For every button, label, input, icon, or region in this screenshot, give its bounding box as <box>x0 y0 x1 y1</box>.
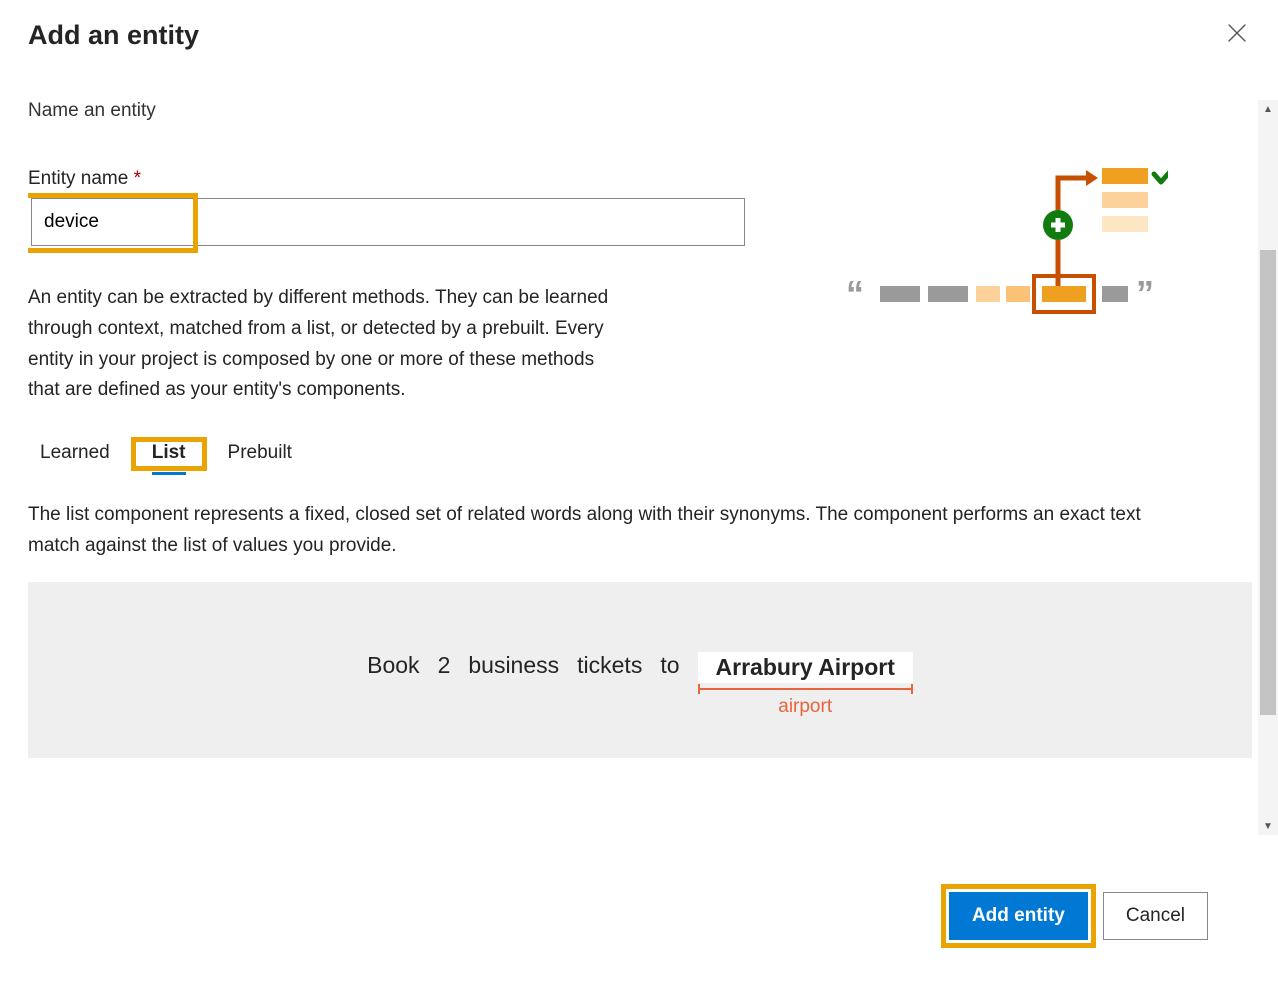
tab-list[interactable]: List <box>140 434 198 471</box>
close-icon <box>1228 24 1246 42</box>
section-title: Name an entity <box>28 100 1252 122</box>
entity-illustration: “ ” <box>838 160 1168 345</box>
svg-text:“: “ <box>846 273 864 314</box>
dialog-footer: Add entity Cancel <box>949 892 1208 940</box>
example-entity: Arrabury Airport airport <box>698 652 913 718</box>
example-panel: Book 2 business tickets to Arrabury Airp… <box>28 582 1252 758</box>
example-entity-text: Arrabury Airport <box>698 652 913 683</box>
dialog-title: Add an entity <box>28 20 199 51</box>
example-entity-label: airport <box>778 696 832 718</box>
example-token: business <box>468 652 559 679</box>
example-entity-underline <box>698 688 913 690</box>
entity-name-input[interactable] <box>31 198 745 246</box>
scroll-thumb[interactable] <box>1260 250 1276 715</box>
entity-name-label: Entity name * <box>28 168 748 190</box>
add-entity-button[interactable]: Add entity <box>949 892 1088 940</box>
dialog-body: Name an entity Entity name * An entity c… <box>28 100 1254 860</box>
vertical-scrollbar[interactable]: ▲ ▼ <box>1258 100 1278 835</box>
cancel-button[interactable]: Cancel <box>1103 892 1208 940</box>
example-token: 2 <box>438 652 451 679</box>
tab-list-description: The list component represents a fixed, c… <box>28 500 1188 562</box>
entity-description: An entity can be extracted by different … <box>28 283 628 406</box>
dialog-header: Add an entity <box>28 20 1250 51</box>
example-token: tickets <box>577 652 642 679</box>
add-entity-dialog: Add an entity Name an entity Entity name… <box>0 0 1278 1000</box>
entity-method-tabs: Learned List Prebuilt <box>28 434 748 472</box>
scroll-down-arrow[interactable]: ▼ <box>1258 817 1278 835</box>
close-button[interactable] <box>1224 20 1250 51</box>
tab-prebuilt[interactable]: Prebuilt <box>216 434 304 472</box>
example-token: Book <box>367 652 419 679</box>
svg-text:”: ” <box>1136 273 1154 314</box>
entity-name-label-text: Entity name <box>28 168 128 189</box>
scroll-up-arrow[interactable]: ▲ <box>1258 100 1278 118</box>
required-asterisk: * <box>134 168 141 189</box>
example-token: to <box>660 652 679 679</box>
tab-learned[interactable]: Learned <box>28 434 122 472</box>
